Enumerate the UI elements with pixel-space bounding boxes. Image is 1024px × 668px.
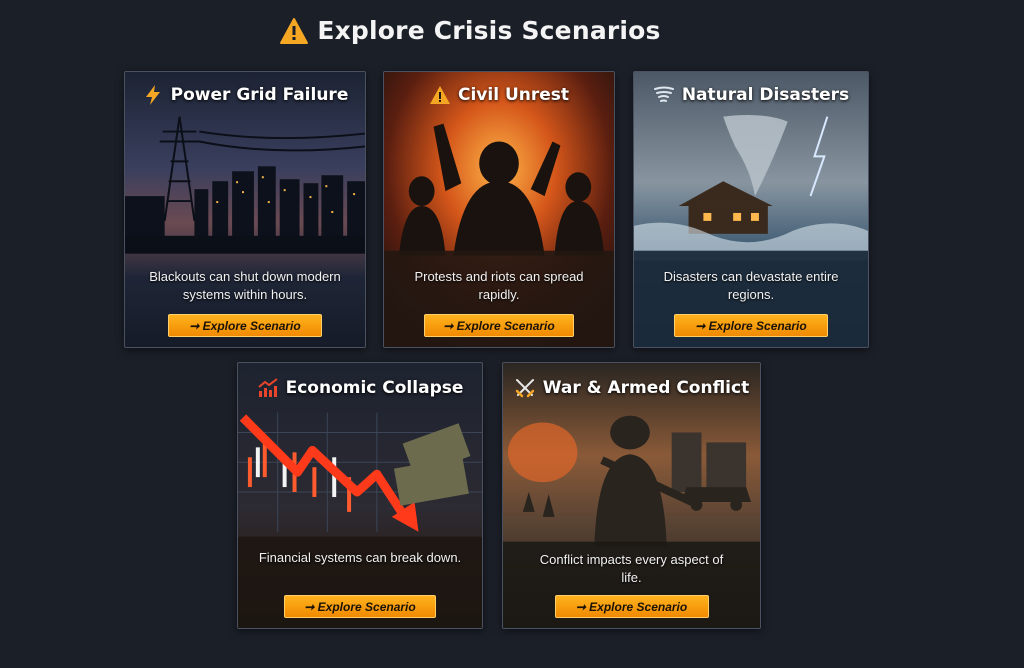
card-title: Economic Collapse (285, 378, 464, 398)
card-title-row: War & Armed Conflict (503, 377, 760, 399)
card-title-row: Power Grid Failure (125, 84, 365, 106)
card-title: Civil Unrest (457, 85, 570, 105)
explore-scenario-button[interactable]: ➞ Explore Scenario (554, 595, 709, 618)
explore-scenario-button[interactable]: ➞ Explore Scenario (284, 595, 436, 618)
card-description: Blackouts can shut down modern systems w… (149, 269, 341, 302)
card-title: Power Grid Failure (170, 85, 349, 105)
card-description: Disasters can devastate entire regions. (663, 269, 839, 302)
explore-scenario-button[interactable]: ➞ Explore Scenario (674, 314, 828, 337)
warning-icon (429, 86, 450, 104)
explore-scenario-button[interactable]: ➞ Explore Scenario (168, 314, 322, 337)
page-title: Explore Crisis Scenarios (317, 16, 661, 45)
crisis-scenarios-page: Explore Crisis Scenarios Power Grid Fail… (0, 0, 1024, 668)
card-title-row: Economic Collapse (238, 377, 482, 399)
card-description: Conflict impacts every aspect of life. (539, 552, 724, 585)
chart-down-icon (257, 378, 278, 397)
war-conflict-art (503, 363, 760, 628)
tornado-icon (653, 86, 674, 102)
card-title: War & Armed Conflict (542, 378, 750, 398)
card-power-grid-failure[interactable]: Power Grid Failure Blackouts can shut do… (124, 71, 366, 348)
card-natural-disasters[interactable]: Natural Disasters Disasters can devastat… (633, 71, 869, 348)
civil-unrest-art (384, 72, 614, 347)
natural-disasters-art (634, 72, 868, 347)
explore-scenario-button[interactable]: ➞ Explore Scenario (424, 314, 574, 337)
warning-icon (280, 17, 309, 44)
economic-collapse-art (238, 363, 482, 628)
card-economic-collapse[interactable]: Economic Collapse Financial systems can … (237, 362, 483, 629)
lightning-icon (145, 85, 160, 105)
power-grid-art (125, 72, 365, 347)
card-title-row: Civil Unrest (384, 84, 614, 106)
card-civil-unrest[interactable]: Civil Unrest Protests and riots can spre… (383, 71, 615, 348)
card-description: Financial systems can break down. (258, 550, 462, 565)
card-war-armed-conflict[interactable]: War & Armed Conflict Conflict impacts ev… (502, 362, 761, 629)
card-description: Protests and riots can spread rapidly. (414, 269, 584, 302)
page-heading: Explore Crisis Scenarios (0, 16, 940, 45)
card-title-row: Natural Disasters (634, 84, 868, 106)
crossed-swords-icon (515, 379, 535, 398)
card-title: Natural Disasters (681, 85, 850, 105)
